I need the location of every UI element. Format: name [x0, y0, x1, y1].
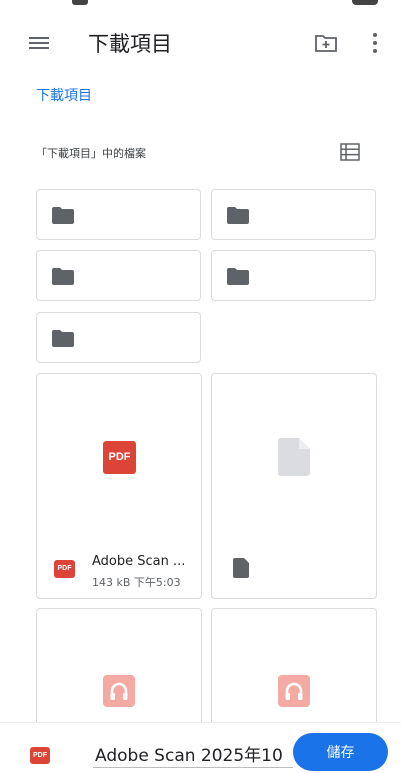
filename-input[interactable]: [93, 739, 293, 768]
folder-icon: [52, 330, 74, 347]
file-card-generic[interactable]: [211, 373, 377, 599]
file-meta: 143 kB 下午5:03: [92, 576, 181, 589]
folder-icon: [52, 268, 74, 285]
file-card-pdf[interactable]: PDF PDF Adobe Scan ... 143 kB 下午5:03: [36, 373, 202, 599]
folder-card[interactable]: [36, 189, 201, 240]
file-card-audio[interactable]: [211, 608, 377, 738]
page-title: 下載項目: [88, 32, 172, 56]
pdf-icon: PDF: [54, 560, 75, 578]
folder-icon: [227, 207, 249, 224]
save-bar: PDF 儲存: [0, 722, 401, 773]
files-section-header: 「下載項目」中的檔案: [36, 147, 146, 160]
create-new-folder-icon[interactable]: [313, 30, 339, 56]
generic-file-thumbnail-icon: [278, 438, 310, 476]
pdf-icon: PDF: [30, 747, 50, 764]
breadcrumb-downloads[interactable]: 下載項目: [36, 85, 92, 105]
folder-card[interactable]: [36, 312, 201, 363]
folder-icon: [52, 207, 74, 224]
list-view-icon[interactable]: [339, 141, 361, 163]
audio-file-icon: [103, 675, 135, 707]
more-vert-icon[interactable]: [364, 30, 386, 56]
save-button[interactable]: 儲存: [293, 733, 388, 771]
app-bar: 下載項目: [0, 22, 401, 64]
file-name: Adobe Scan ...: [92, 554, 186, 569]
generic-file-icon: [233, 558, 249, 578]
status-bar: [0, 0, 401, 16]
hamburger-menu-icon[interactable]: [26, 30, 52, 56]
file-card-audio[interactable]: [36, 608, 202, 738]
audio-file-icon: [278, 675, 310, 707]
status-bar-fragment-left: [72, 0, 88, 5]
pdf-thumbnail-icon: PDF: [103, 441, 136, 474]
folder-card[interactable]: [211, 250, 376, 301]
folder-icon: [227, 268, 249, 285]
folder-card[interactable]: [211, 189, 376, 240]
status-bar-fragment-right: [352, 0, 378, 5]
folder-card[interactable]: [36, 250, 201, 301]
